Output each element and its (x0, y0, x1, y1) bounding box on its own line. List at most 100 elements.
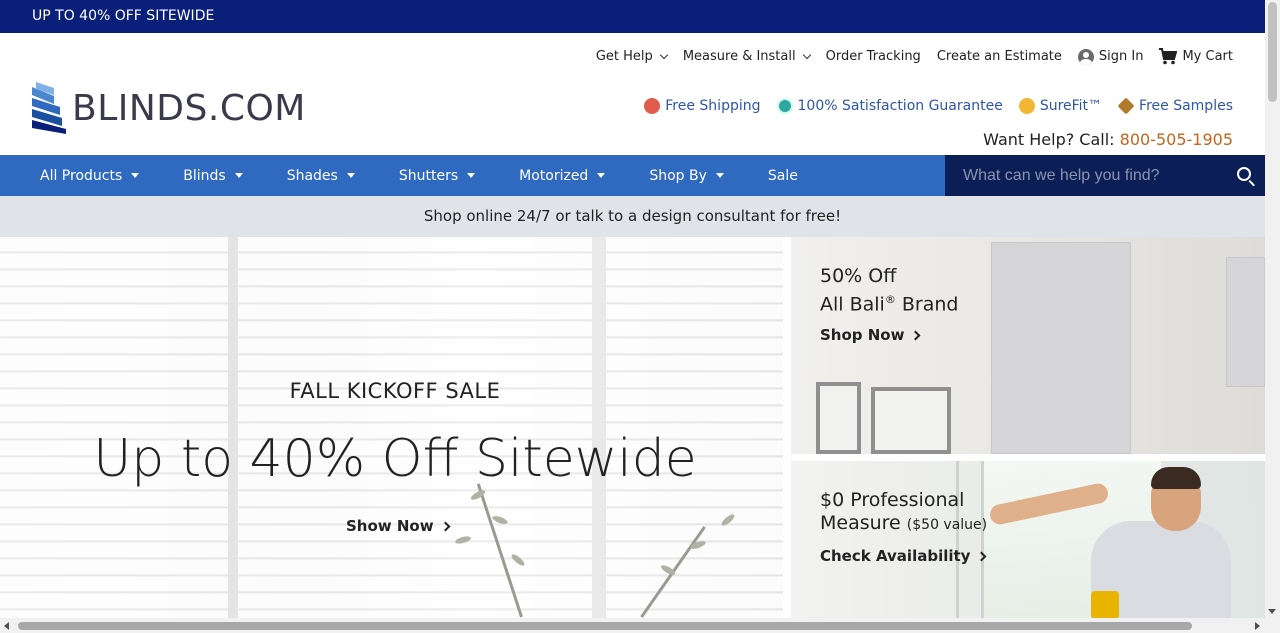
nav-label: Shutters (398, 167, 459, 184)
help-phone: Want Help? Call: 800-505-1905 (983, 130, 1233, 149)
caret-down-icon (131, 173, 140, 178)
picture-frame-image (871, 387, 951, 454)
measure-promo-text: $0 Professional Measure ($50 value) Chec… (820, 489, 987, 565)
value-note: ($50 value) (906, 517, 988, 533)
hero-cta-label: Show Now (346, 517, 434, 535)
satisfaction-icon (776, 98, 793, 114)
measure-install-label: Measure & Install (682, 49, 796, 64)
search-icon[interactable] (1237, 167, 1251, 181)
account-icon (1077, 48, 1094, 65)
nav-shop-by[interactable]: Shop By (633, 155, 740, 196)
installer-image (1151, 467, 1201, 489)
bali-promo-card[interactable]: 50% Off All Bali® Brand Shop Now (791, 237, 1265, 454)
nav-label: Sale (767, 167, 798, 184)
bali-cta-label: Shop Now (820, 326, 905, 345)
nav-all-products[interactable]: All Products (24, 155, 155, 196)
get-help-label: Get Help (595, 49, 653, 64)
measure-label: Measure (820, 512, 901, 534)
cart-icon (1159, 48, 1178, 65)
nav-shades[interactable]: Shades (271, 155, 371, 196)
promo-bar-text[interactable]: UP TO 40% OFF SITEWIDE (32, 8, 214, 24)
bali-brand-suffix: Brand (895, 293, 959, 316)
nav-label: Shades (286, 167, 338, 184)
scroll-right-icon[interactable] (1255, 622, 1260, 630)
order-tracking-label: Order Tracking (825, 49, 921, 64)
nav-motorized[interactable]: Motorized (503, 155, 621, 196)
scroll-down-icon[interactable] (1268, 609, 1276, 614)
free-samples-label: Free Samples (1139, 98, 1233, 114)
surefit-badge-icon (1018, 98, 1035, 114)
drill-image (1091, 591, 1119, 618)
check-availability-link[interactable]: Check Availability (820, 547, 987, 565)
horizontal-scrollbar[interactable] (0, 618, 1280, 633)
surefit-link[interactable]: SureFit™ (1018, 98, 1102, 114)
site-header: Get Help Measure & Install Order Trackin… (0, 33, 1265, 155)
guarantee-link[interactable]: 100% Satisfaction Guarantee (776, 98, 1003, 114)
measure-promo-line2: Measure ($50 value) (820, 512, 987, 537)
vertical-scrollbar[interactable] (1265, 0, 1280, 618)
chevron-right-icon (977, 551, 987, 561)
sign-in-link[interactable]: Sign In (1077, 48, 1144, 65)
consultant-banner-text: Shop online 24/7 or talk to a design con… (423, 207, 842, 225)
caret-down-icon (715, 173, 724, 178)
picture-frame-image (816, 382, 861, 454)
bali-promo-line1: 50% Off (820, 265, 897, 287)
get-help-menu[interactable]: Get Help (595, 49, 669, 64)
phone-number-link[interactable]: 800-505-1905 (1120, 130, 1233, 149)
hero-kicker: FALL KICKOFF SALE (289, 379, 501, 403)
bali-promo-text: 50% Off All Bali® Brand Shop Now (820, 265, 958, 344)
chevron-down-icon (802, 50, 811, 59)
sign-in-label: Sign In (1098, 49, 1144, 64)
sample-swatch-icon (1117, 97, 1135, 115)
caret-down-icon (467, 173, 476, 178)
nav-sale[interactable]: Sale (752, 155, 814, 196)
order-tracking-link[interactable]: Order Tracking (826, 49, 921, 64)
nav-label: All Products (40, 167, 123, 184)
nav-label: Shop By (649, 167, 707, 184)
registered-mark: ® (884, 293, 896, 306)
measure-promo-line1: $0 Professional (820, 489, 965, 511)
hero-show-now-link[interactable]: Show Now (346, 517, 451, 535)
bali-shop-now-link[interactable]: Shop Now (820, 326, 958, 344)
search-bar (945, 155, 1265, 196)
measure-promo-card[interactable]: $0 Professional Measure ($50 value) Chec… (791, 461, 1265, 618)
hero-banner[interactable]: FALL KICKOFF SALE Up to 40% Off Sitewide… (0, 237, 783, 618)
horizontal-scroll-thumb[interactable] (18, 622, 1192, 630)
create-estimate-label: Create an Estimate (936, 49, 1062, 64)
chevron-right-icon (440, 521, 451, 531)
bali-brand: All Bali (820, 293, 885, 316)
vertical-scroll-thumb[interactable] (1268, 2, 1277, 102)
caret-down-icon (597, 173, 606, 178)
hero-title: Up to 40% Off Sitewide (93, 429, 697, 489)
nav-blinds[interactable]: Blinds (167, 155, 258, 196)
bali-promo-line2: All Bali® Brand (820, 288, 958, 316)
consultant-banner: Shop online 24/7 or talk to a design con… (0, 196, 1265, 237)
logo-text: BLINDS.COM (72, 87, 306, 129)
scroll-left-icon[interactable] (4, 622, 9, 630)
airplane-icon (644, 98, 661, 114)
caret-down-icon (346, 173, 355, 178)
chevron-down-icon (659, 50, 669, 59)
my-cart-link[interactable]: My Cart (1159, 48, 1233, 65)
free-shipping-label: Free Shipping (665, 98, 761, 114)
free-shipping-link[interactable]: Free Shipping (644, 98, 761, 114)
phone-label: Want Help? Call: (983, 130, 1115, 149)
search-input[interactable] (945, 166, 1225, 185)
top-promo-bar[interactable]: UP TO 40% OFF SITEWIDE (0, 0, 1265, 33)
shade-image (991, 242, 1131, 454)
create-estimate-link[interactable]: Create an Estimate (937, 49, 1062, 64)
caret-down-icon (234, 173, 243, 178)
blinds-logo-icon (32, 82, 66, 134)
hero-content: FALL KICKOFF SALE Up to 40% Off Sitewide… (0, 237, 783, 618)
my-cart-label: My Cart (1182, 49, 1233, 64)
guarantee-label: 100% Satisfaction Guarantee (797, 98, 1003, 114)
site-logo[interactable]: BLINDS.COM (32, 82, 306, 134)
check-availability-label: Check Availability (820, 547, 971, 565)
nav-label: Blinds (183, 167, 226, 184)
measure-install-menu[interactable]: Measure & Install (682, 49, 811, 64)
utility-nav: Get Help Measure & Install Order Trackin… (596, 48, 1233, 65)
nav-label: Motorized (519, 167, 589, 184)
main-nav: All Products Blinds Shades Shutters Moto… (0, 155, 945, 196)
nav-shutters[interactable]: Shutters (383, 155, 491, 196)
free-samples-link[interactable]: Free Samples (1117, 97, 1233, 115)
